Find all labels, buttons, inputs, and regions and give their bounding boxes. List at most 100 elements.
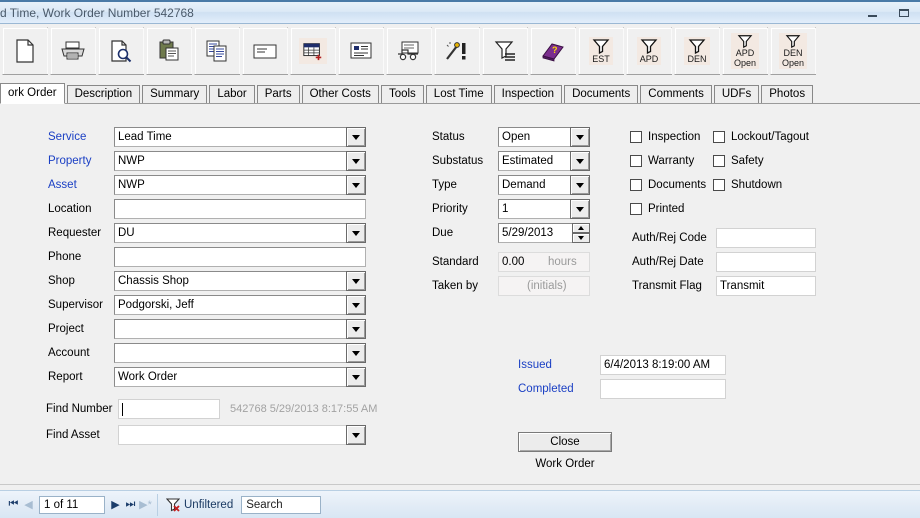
dropdown-asset[interactable] xyxy=(346,175,366,195)
tab-photos[interactable]: Photos xyxy=(761,85,814,103)
toolbar-clipboard-button[interactable] xyxy=(146,27,192,75)
tab-work-order[interactable]: ork Order xyxy=(0,83,65,104)
dropdown-shop[interactable] xyxy=(346,271,366,291)
label-priority: Priority xyxy=(432,203,468,215)
field-find-asset[interactable] xyxy=(118,425,366,445)
toolbar-alert-button[interactable] xyxy=(434,27,480,75)
toolbar-print-button[interactable] xyxy=(50,27,96,75)
envelope-icon xyxy=(251,38,279,64)
record-position-input[interactable]: 1 of 11 xyxy=(39,495,105,514)
checkbox-safety[interactable]: Safety xyxy=(713,152,764,170)
dropdown-supervisor[interactable] xyxy=(346,295,366,315)
field-asset[interactable]: NWP xyxy=(114,175,366,195)
toolbar-help-button[interactable]: ? xyxy=(530,27,576,75)
toolbar-filter-list-button[interactable] xyxy=(482,27,528,75)
first-record-button[interactable]: ⏮ xyxy=(6,496,21,514)
field-report[interactable]: Work Order xyxy=(114,367,366,387)
label-completed[interactable]: Completed xyxy=(518,379,574,399)
label-property[interactable]: Property xyxy=(48,151,91,171)
field-find-number[interactable] xyxy=(118,399,220,419)
tab-documents[interactable]: Documents xyxy=(564,85,639,103)
field-completed[interactable] xyxy=(600,379,726,399)
field-supervisor[interactable]: Podgorski, Jeff xyxy=(114,295,366,315)
checkbox-box-icon[interactable] xyxy=(630,131,642,143)
checkbox-warranty[interactable]: Warranty xyxy=(630,152,694,170)
dropdown-project[interactable] xyxy=(346,319,366,339)
field-requester[interactable]: DU xyxy=(114,223,366,243)
field-auth-rej-date[interactable] xyxy=(716,252,816,272)
checkbox-box-icon[interactable] xyxy=(713,155,725,167)
toolbar-filter-den-button[interactable]: DEN xyxy=(674,27,720,75)
dropdown-priority[interactable] xyxy=(570,199,590,219)
tab-udfs[interactable]: UDFs xyxy=(713,85,760,103)
tab-lost-time[interactable]: Lost Time xyxy=(425,85,492,103)
tab-summary[interactable]: Summary xyxy=(142,85,208,103)
checkbox-lockout-tagout[interactable]: Lockout/Tagout xyxy=(713,128,809,146)
minimize-button[interactable] xyxy=(860,4,884,22)
spinner-up-button[interactable] xyxy=(572,223,590,233)
toolbar-copy-button[interactable] xyxy=(194,27,240,75)
toolbar-form-view-button[interactable] xyxy=(338,27,384,75)
tab-other-costs[interactable]: Other Costs xyxy=(301,85,379,103)
field-service[interactable]: Lead Time xyxy=(114,127,366,147)
dropdown-find-asset[interactable] xyxy=(346,425,366,445)
tab-inspection[interactable]: Inspection xyxy=(493,85,563,103)
spinner-due[interactable] xyxy=(572,223,590,243)
field-transmit-flag[interactable]: Transmit xyxy=(716,276,816,296)
toolbar-add-record-button[interactable] xyxy=(290,27,336,75)
label-service[interactable]: Service xyxy=(48,127,86,147)
restore-button[interactable] xyxy=(892,4,916,22)
label-asset[interactable]: Asset xyxy=(48,175,77,195)
last-record-button[interactable]: ⏭ xyxy=(123,496,138,514)
next-record-button[interactable]: ▶ xyxy=(108,496,123,514)
checkbox-printed[interactable]: Printed xyxy=(630,200,684,218)
tab-labor[interactable]: Labor xyxy=(209,85,255,103)
toolbar-filter-apd-open-button[interactable]: APD Open xyxy=(722,27,768,75)
field-auth-rej-code[interactable] xyxy=(716,228,816,248)
spinner-down-button[interactable] xyxy=(572,233,590,243)
toolbar-filter-est-button[interactable]: EST xyxy=(578,27,624,75)
close-work-order-button[interactable]: Close xyxy=(518,432,612,452)
field-property[interactable]: NWP xyxy=(114,151,366,171)
field-location[interactable] xyxy=(114,199,366,219)
dropdown-status[interactable] xyxy=(570,127,590,147)
filter-status[interactable]: Unfiltered xyxy=(158,497,241,512)
field-shop[interactable]: Chassis Shop xyxy=(114,271,366,291)
toolbar-print-preview-button[interactable] xyxy=(98,27,144,75)
toolbar-email-button[interactable] xyxy=(242,27,288,75)
dropdown-report[interactable] xyxy=(346,367,366,387)
field-phone[interactable] xyxy=(114,247,366,267)
checkbox-inspection[interactable]: Inspection xyxy=(630,128,700,146)
field-project[interactable] xyxy=(114,319,366,339)
checkbox-shutdown[interactable]: Shutdown xyxy=(713,176,782,194)
tab-comments[interactable]: Comments xyxy=(640,85,712,103)
checkbox-box-icon[interactable] xyxy=(630,155,642,167)
tab-tools[interactable]: Tools xyxy=(380,85,424,103)
checkbox-box-icon[interactable] xyxy=(630,179,642,191)
field-issued[interactable]: 6/4/2013 8:19:00 AM xyxy=(600,355,726,375)
label-issued[interactable]: Issued xyxy=(518,355,552,375)
label-report: Report xyxy=(48,371,83,383)
field-account[interactable] xyxy=(114,343,366,363)
checkbox-box-icon[interactable] xyxy=(713,131,725,143)
tab-description[interactable]: Description xyxy=(66,85,141,103)
dropdown-requester[interactable] xyxy=(346,223,366,243)
dropdown-substatus[interactable] xyxy=(570,151,590,171)
tab-parts[interactable]: Parts xyxy=(256,85,300,103)
label-phone: Phone xyxy=(48,251,82,263)
toolbar-filter-den-open-button[interactable]: DEN Open xyxy=(770,27,816,75)
toolbar-filter-apd-button[interactable]: APD xyxy=(626,27,672,75)
new-record-button[interactable]: ▶* xyxy=(138,496,153,514)
checkbox-documents[interactable]: Documents xyxy=(630,176,706,194)
toolbar-vehicle-button[interactable] xyxy=(386,27,432,75)
dropdown-property[interactable] xyxy=(346,151,366,171)
dropdown-account[interactable] xyxy=(346,343,366,363)
dropdown-service[interactable] xyxy=(346,127,366,147)
checkbox-box-icon[interactable] xyxy=(713,179,725,191)
search-input[interactable]: Search xyxy=(241,495,322,514)
previous-record-button[interactable]: ◀ xyxy=(21,496,36,514)
close-work-order-caption: Work Order xyxy=(535,458,595,470)
toolbar-new-record-button[interactable] xyxy=(2,27,48,75)
dropdown-type[interactable] xyxy=(570,175,590,195)
checkbox-box-icon[interactable] xyxy=(630,203,642,215)
